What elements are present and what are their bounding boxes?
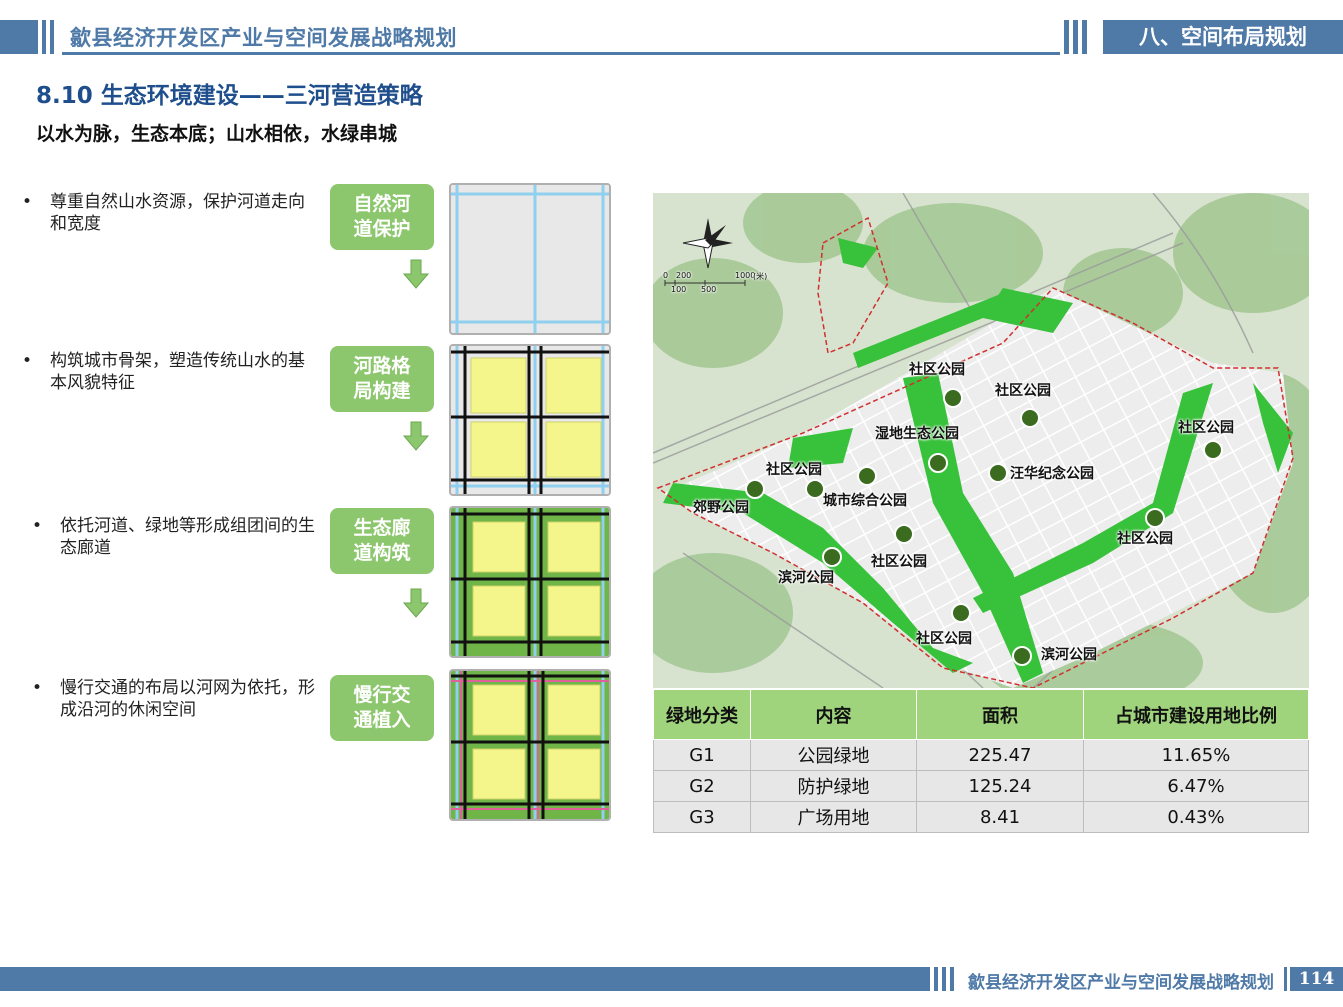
park-marker-icon	[1012, 646, 1032, 666]
strategy-tag: 河路格局构建	[330, 346, 434, 412]
scale-label: 500	[701, 285, 717, 294]
footer-divider	[1284, 967, 1287, 991]
park-label: 社区公园	[1117, 531, 1173, 547]
page-number: 114	[1290, 967, 1343, 991]
down-arrow-icon	[402, 259, 430, 289]
table-row: G3 广场用地 8.41 0.43%	[653, 801, 1309, 833]
footer-doc-title: 歙县经济开发区产业与空间发展战略规划	[968, 973, 1274, 993]
section-title: 8.10 生态环境建设——三河营造策略	[36, 83, 423, 109]
bullet-dot: •	[32, 678, 43, 698]
strategy-tag: 生态廊道构筑	[330, 508, 434, 574]
table-row: G2 防护绿地 125.24 6.47%	[653, 770, 1309, 802]
table-header-cell: 占城市建设用地比例	[1083, 689, 1309, 740]
table-cell: 225.47	[916, 739, 1084, 771]
table-header-cell: 面积	[916, 689, 1084, 740]
park-marker-icon	[928, 453, 948, 473]
park-label: 社区公园	[871, 554, 927, 570]
park-label: 滨河公园	[778, 570, 834, 586]
footer-bar	[0, 967, 930, 991]
park-label: 滨河公园	[1041, 647, 1097, 663]
table-header-row: 绿地分类 内容 面积 占城市建设用地比例	[653, 689, 1309, 740]
park-marker-icon	[805, 479, 825, 499]
table-header-cell: 内容	[750, 689, 917, 740]
diagram-river-protection	[449, 183, 611, 335]
table-cell: 11.65%	[1083, 739, 1309, 771]
table-cell: 6.47%	[1083, 770, 1309, 802]
park-label: 社区公园	[916, 631, 972, 647]
bullet-item: • 慢行交通的布局以河网为依托，形成沿河的休闲空间	[32, 677, 327, 727]
park-marker-icon	[1203, 440, 1223, 460]
park-label: 郊野公园	[693, 500, 749, 516]
table-header-cell: 绿地分类	[653, 689, 751, 740]
scale-label: 200	[676, 271, 692, 280]
table-cell: G3	[653, 801, 751, 833]
bullet-item: • 尊重自然山水资源，保护河道走向和宽度	[22, 191, 322, 241]
park-label: 城市综合公园	[823, 493, 907, 509]
bullet-text: 构筑城市骨架，塑造传统山水的基本风貌特征	[50, 351, 305, 393]
section-subtitle: 以水为脉，生态本底；山水相依，水绿串城	[36, 123, 398, 145]
green-space-map: 0 200 1000 (米) 100 500 社区公园 社区公园 湿地生态公园 …	[653, 193, 1309, 688]
strategy-tag-label: 慢行交通植入	[353, 684, 411, 731]
park-label: 社区公园	[909, 362, 965, 378]
park-marker-icon	[943, 388, 963, 408]
table-cell: 0.43%	[1083, 801, 1309, 833]
park-label: 湿地生态公园	[875, 426, 959, 442]
bullet-dot: •	[22, 351, 33, 371]
bullet-item: • 依托河道、绿地等形成组团间的生态廊道	[32, 515, 327, 565]
bullet-text: 慢行交通的布局以河网为依托，形成沿河的休闲空间	[60, 678, 315, 720]
bullet-dot: •	[22, 192, 33, 212]
diagram-eco-corridor	[449, 506, 611, 658]
table-cell: 防护绿地	[750, 770, 917, 802]
header-rule	[62, 52, 1060, 55]
park-label: 社区公园	[1178, 420, 1234, 436]
park-marker-icon	[745, 479, 765, 499]
park-label: 汪华纪念公园	[1010, 466, 1094, 482]
strategy-tag: 慢行交通植入	[330, 675, 434, 741]
scale-label: 0	[663, 271, 669, 280]
bullet-text: 依托河道、绿地等形成组团间的生态廊道	[60, 516, 315, 558]
bullet-text: 尊重自然山水资源，保护河道走向和宽度	[50, 192, 305, 234]
table-cell: 125.24	[916, 770, 1084, 802]
park-marker-icon	[894, 524, 914, 544]
park-marker-icon	[857, 466, 877, 486]
strategy-tag: 自然河道保护	[330, 184, 434, 250]
park-marker-icon	[951, 603, 971, 623]
strategy-tag-label: 自然河道保护	[353, 193, 411, 240]
chapter-label: 八、空间布局规划	[1103, 20, 1343, 54]
table-cell: 公园绿地	[750, 739, 917, 771]
strategy-tag-label: 河路格局构建	[353, 355, 411, 402]
diagram-river-road-grid	[449, 344, 611, 496]
table-cell: G1	[653, 739, 751, 771]
down-arrow-icon	[402, 588, 430, 618]
scale-label: 100	[671, 285, 687, 294]
down-arrow-icon	[402, 421, 430, 451]
park-label: 社区公园	[766, 462, 822, 478]
header-right-stripes	[1062, 20, 1102, 54]
bullet-item: • 构筑城市骨架，塑造传统山水的基本风貌特征	[22, 350, 322, 400]
park-marker-icon	[1145, 508, 1165, 528]
table-row: G1 公园绿地 225.47 11.65%	[653, 739, 1309, 771]
footer-stripes	[934, 967, 956, 991]
green-space-table: 绿地分类 内容 面积 占城市建设用地比例 G1 公园绿地 225.47 11.6…	[653, 689, 1309, 833]
table-cell: G2	[653, 770, 751, 802]
table-cell: 广场用地	[750, 801, 917, 833]
park-label: 社区公园	[995, 383, 1051, 399]
table-cell: 8.41	[916, 801, 1084, 833]
park-marker-icon	[822, 547, 842, 567]
bullet-dot: •	[32, 516, 43, 536]
header-stripes	[0, 20, 62, 54]
strategy-tag-label: 生态廊道构筑	[353, 517, 411, 564]
park-marker-icon	[988, 463, 1008, 483]
diagram-slow-traffic	[449, 669, 611, 821]
header-doc-title: 歙县经济开发区产业与空间发展战略规划	[70, 26, 457, 50]
park-marker-icon	[1020, 408, 1040, 428]
scale-label: (米)	[753, 272, 768, 281]
